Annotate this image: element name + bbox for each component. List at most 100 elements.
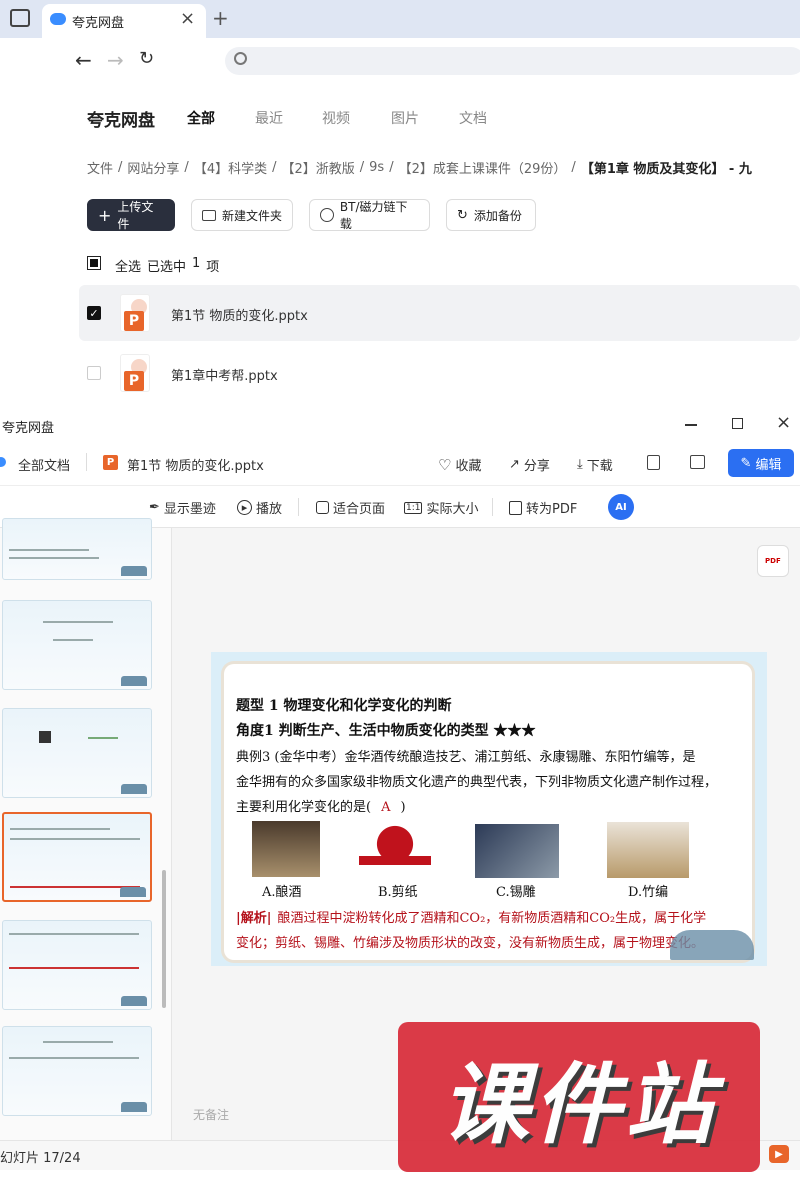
upload-button[interactable]: + 上传文件 (87, 199, 175, 231)
search-icon (234, 52, 247, 65)
play-icon: ▸ (237, 500, 252, 515)
ai-icon[interactable]: AI (608, 494, 634, 520)
slide-thumbnail[interactable] (2, 518, 152, 580)
slide-question-line: 金华拥有的众多国家级非物质文化遗产的典型代表，下列非物质文化遗产制作过程， (236, 775, 718, 790)
divider (86, 453, 87, 471)
forward-icon[interactable]: → (107, 48, 124, 72)
edit-button[interactable]: ✎ 编辑 (728, 449, 794, 477)
breadcrumb-current: 【第1章 物质及其变化】 - 九 (580, 162, 752, 177)
file-name[interactable]: 第1章中考帮.pptx (171, 365, 278, 384)
pen-icon: ✎ (740, 455, 752, 471)
all-docs-link[interactable]: 全部文档 (18, 455, 70, 474)
fit-icon (316, 501, 329, 514)
tab-video[interactable]: 视频 (322, 108, 350, 128)
breadcrumb-item[interactable]: 网站分享 (127, 158, 179, 177)
bottom-area (0, 1170, 800, 1200)
breadcrumb-item[interactable]: 【2】浙教版 (281, 158, 354, 177)
viewer-header (0, 442, 800, 486)
selection-count: 已选中 1 项 (147, 256, 220, 275)
actual-size-button[interactable]: 1:1 实际大小 (404, 498, 479, 517)
tin-carving-image (475, 824, 559, 878)
favorite-button[interactable]: ♡ 收藏 (438, 455, 481, 475)
watermark-text: 课件站 (440, 1052, 717, 1156)
breadcrumb-item[interactable]: 9s (369, 160, 384, 175)
sidebar-scrollbar[interactable] (162, 870, 166, 1008)
pptx-file-icon: P (120, 354, 150, 392)
new-folder-button[interactable]: 新建文件夹 (191, 199, 293, 231)
tab-search-icon[interactable] (10, 9, 30, 27)
file-checkbox[interactable]: ✓ (87, 306, 101, 320)
select-all-label[interactable]: 全选 (115, 256, 141, 275)
tab-image[interactable]: 图片 (391, 108, 419, 128)
slide-question-line: 主要利用化学变化的是( A ) (236, 795, 406, 821)
close-window-icon[interactable]: × (776, 412, 791, 433)
notes-placeholder: 无备注 (193, 1108, 230, 1122)
divider (492, 498, 493, 516)
reload-icon[interactable]: ↻ (139, 48, 154, 69)
back-icon[interactable]: ← (75, 48, 92, 72)
folder-plus-icon (202, 209, 216, 221)
share-button[interactable]: ↗ 分享 (509, 455, 550, 474)
fit-page-button[interactable]: 适合页面 (316, 498, 385, 517)
show-ink-button[interactable]: ✒ 显示墨迹 (149, 498, 216, 517)
bamboo-weaving-image (607, 822, 689, 878)
breadcrumb-item[interactable]: 文件 (87, 158, 113, 177)
bt-download-button[interactable]: BT/磁力链下载 (309, 199, 430, 231)
slide-counter: 幻灯片 17/24 (0, 1151, 81, 1166)
select-all-checkbox[interactable] (87, 256, 101, 270)
one-to-one-icon: 1:1 (404, 501, 423, 514)
play-button[interactable]: ▸ 播放 (237, 498, 282, 517)
analysis-line: |解析| 酿酒过程中淀粉转化成了酒精和CO₂，有新物质酒精和CO₂生成，属于化学 (236, 906, 706, 932)
download-button[interactable]: ⤓ 下载 (577, 455, 613, 474)
slide-thumbnail[interactable] (2, 600, 152, 690)
viewer-window-title: 夸克网盘 (2, 421, 55, 436)
breadcrumb-item[interactable]: 【2】成套上课课件（29份） (399, 158, 567, 177)
feather-icon: ✒ (149, 500, 160, 515)
tab-all[interactable]: 全部 (187, 108, 215, 128)
slide-thumbnail[interactable] (2, 920, 152, 1010)
file-name[interactable]: 第1节 物质的变化.pptx (171, 305, 308, 324)
option-label: A.酿酒 (262, 885, 302, 900)
pdf-badge-label: PDF (765, 557, 781, 565)
slide-subtitle: 角度1 判断生产、生活中物质变化的类型 ★★★ (236, 723, 536, 739)
pptx-icon: P (103, 455, 118, 470)
breadcrumb-item[interactable]: 【4】科学类 (194, 158, 267, 177)
option-label: C.锡雕 (496, 885, 536, 900)
heart-icon: ♡ (438, 455, 452, 474)
divider (298, 498, 299, 516)
maximize-icon[interactable] (732, 418, 743, 429)
export-icon[interactable] (647, 455, 660, 470)
partial-check-icon (90, 259, 98, 267)
sync-icon: ↻ (457, 207, 468, 223)
slide-thumbnail[interactable] (2, 1026, 152, 1116)
new-tab-icon[interactable]: + (212, 6, 229, 30)
file-checkbox[interactable] (87, 366, 101, 380)
watermark-stamp: 课件站 (398, 1022, 760, 1172)
play-slideshow-icon[interactable]: ▶ (769, 1145, 789, 1163)
bt-icon (320, 208, 334, 222)
papercut-image (359, 820, 431, 880)
brewing-image (252, 821, 320, 877)
option-label: D.竹编 (628, 885, 669, 900)
brand-title: 夸克网盘 (87, 111, 155, 131)
viewer-file-name: 第1节 物质的变化.pptx (127, 459, 264, 474)
add-backup-button[interactable]: ↻ 添加备份 (446, 199, 536, 231)
close-tab-icon[interactable]: × (180, 8, 195, 29)
browser-tab-active[interactable]: 夸克网盘 × (42, 4, 206, 38)
tab-recent[interactable]: 最近 (255, 108, 283, 128)
to-pdf-button[interactable]: 转为PDF (509, 498, 577, 517)
cloud-icon (50, 13, 66, 25)
slide-thumbnail[interactable] (2, 708, 152, 798)
tab-title: 夸克网盘 (72, 16, 125, 31)
slide-answer: A (381, 800, 391, 815)
pdf-badge-button[interactable]: PDF (757, 545, 789, 577)
option-label: B.剪纸 (378, 885, 418, 900)
comment-icon[interactable] (690, 455, 705, 469)
pdf-convert-icon (509, 500, 522, 515)
tab-docs[interactable]: 文档 (459, 108, 487, 128)
minimize-icon[interactable] (685, 424, 697, 426)
address-bar[interactable] (225, 47, 800, 75)
download-icon: ⤓ (577, 457, 583, 472)
slide-thumbnail-selected[interactable] (2, 812, 152, 902)
share-icon: ↗ (509, 457, 520, 472)
